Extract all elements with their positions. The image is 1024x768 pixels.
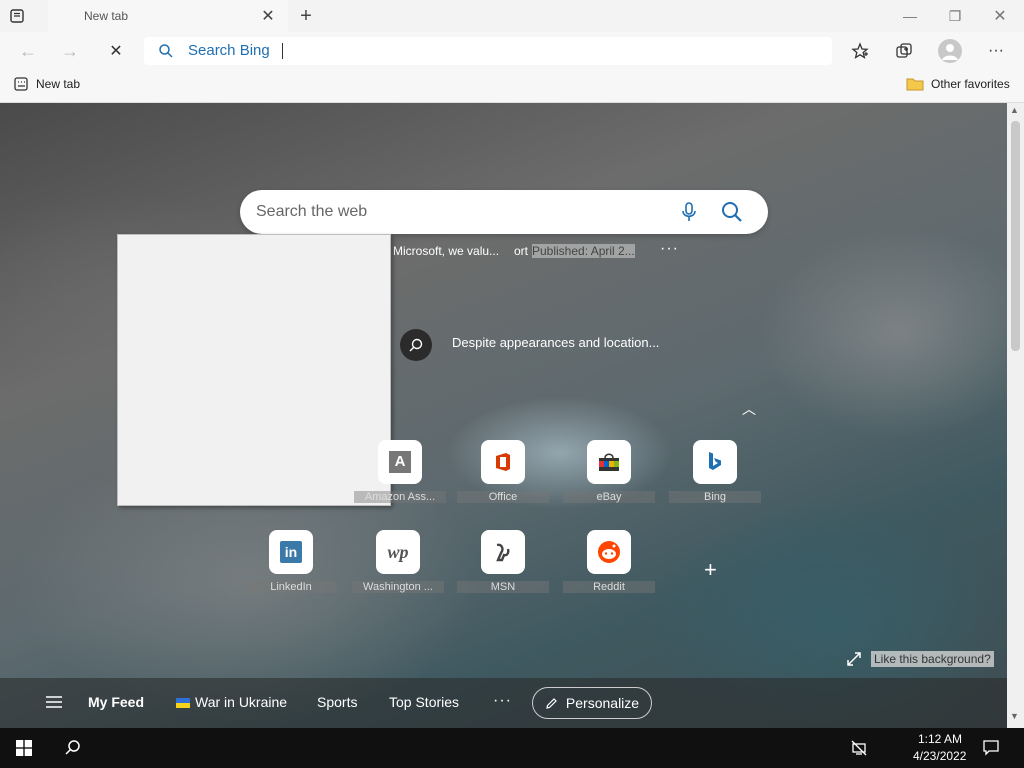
quick-link-label: Office [457,491,549,503]
folder-icon [906,78,924,91]
tab-actions-icon[interactable] [8,7,26,25]
office-icon [481,440,525,484]
search-icon [159,44,173,58]
favorite-new-tab-label: New tab [36,77,81,91]
stop-icon[interactable]: ✕ [106,41,126,61]
quick-link-washington-post[interactable]: wp Washington ... [352,530,444,593]
pencil-icon [546,697,557,709]
news-published-date: Published: April 2... [532,244,635,258]
amazon-assistant-icon: A [378,440,422,484]
quick-link-label: Bing [669,491,761,503]
quick-link-ebay[interactable]: eBay [563,440,655,503]
feed-more-icon[interactable]: ··· [493,692,512,710]
quick-link-reddit[interactable]: Reddit [563,530,655,593]
search-icon[interactable] [64,739,82,757]
expand-icon[interactable] [846,651,862,667]
ebay-icon [587,440,631,484]
add-site-button[interactable]: + [704,557,717,583]
quick-link-bing[interactable]: Bing [669,440,761,503]
collections-icon[interactable] [894,41,914,61]
like-background-link[interactable]: Like this background? [871,651,994,667]
scroll-thumb[interactable] [1011,121,1020,351]
back-arrow-icon[interactable]: ← [18,41,38,61]
web-search-box[interactable]: Search the web [240,190,768,234]
new-tab-button[interactable]: + [296,5,316,27]
ukraine-flag-icon [176,697,190,708]
notifications-icon[interactable] [983,740,999,756]
avatar[interactable] [938,39,962,63]
new-tab-page: Search the web Microsoft, we valu... ort… [0,103,1007,728]
linkedin-icon: in [269,530,313,574]
quick-link-label: Washington ... [352,581,444,593]
bing-icon [693,440,737,484]
quick-link-label: Reddit [563,581,655,593]
feed-tab-war-in-ukraine[interactable]: War in Ukraine [195,694,287,710]
text-caret [282,43,283,59]
tab-new-tab[interactable]: New tab ✕ [48,0,288,32]
search-icon [409,338,423,352]
address-bar[interactable]: Search Bing [144,37,832,65]
scroll-down-icon[interactable]: ▼ [1010,711,1019,721]
hamburger-menu-icon[interactable] [46,696,62,708]
search-icon[interactable] [720,200,744,224]
tab-title: New tab [84,9,129,23]
feed-tab-top-stories[interactable]: Top Stories [389,694,459,710]
favorite-new-tab[interactable]: New tab [14,77,80,91]
close-tab-icon[interactable]: ✕ [260,8,276,25]
clock-time[interactable]: 1:12 AM [918,732,962,746]
news-publisher: ort [514,244,529,258]
quick-link-label: Amazon Ass... [354,491,446,503]
feed-nav-bar: My Feed War in Ukraine Sports Top Storie… [0,678,1007,728]
network-disconnected-icon[interactable] [850,740,868,756]
web-search-input[interactable]: Search the web [256,203,367,221]
mic-icon[interactable] [678,201,700,223]
news-headline[interactable]: Microsoft, we valu... [393,244,499,258]
favorites-bar: New tab Other favorites [0,70,1024,103]
restore-icon[interactable]: ❐ [943,6,967,26]
blank-popup-panel [117,234,391,506]
other-favorites[interactable]: Other favorites [906,77,1010,91]
quick-link-msn[interactable]: MSN [457,530,549,593]
personalize-button[interactable]: Personalize [532,687,652,719]
personalize-label: Personalize [565,695,640,711]
chevron-up-icon[interactable]: ︿ [742,399,756,419]
image-caption[interactable]: Despite appearances and location... [452,335,659,350]
feed-tab-sports[interactable]: Sports [317,694,357,710]
more-icon[interactable]: ··· [986,41,1006,61]
reddit-icon [587,530,631,574]
scroll-up-icon[interactable]: ▲ [1010,105,1019,115]
address-toolbar: ← → ✕ Search Bing ··· [0,32,1024,70]
new-tab-page-icon [14,77,28,91]
forward-arrow-icon[interactable]: → [60,41,80,61]
msn-icon [481,530,525,574]
news-more-icon[interactable]: ··· [660,240,679,258]
minimize-icon[interactable]: — [898,6,922,26]
tab-strip: New tab ✕ + — ❐ ✕ [0,0,1024,32]
quick-link-linkedin[interactable]: in LinkedIn [245,530,337,593]
visual-search-button[interactable] [400,329,432,361]
quick-link-label: eBay [563,491,655,503]
address-input[interactable]: Search Bing [188,42,270,59]
close-window-icon[interactable]: ✕ [988,6,1012,26]
quick-link-office[interactable]: Office [457,440,549,503]
page-scrollbar[interactable]: ▲ ▼ [1007,103,1024,728]
quick-link-label: LinkedIn [245,581,337,593]
quick-link-amazon-assistant[interactable]: A Amazon Ass... [354,440,446,503]
taskbar: 1:12 AM 4/23/2022 [0,728,1024,768]
feed-tab-my-feed[interactable]: My Feed [88,694,144,710]
star-icon[interactable] [850,41,870,61]
quick-link-label: MSN [457,581,549,593]
other-favorites-label: Other favorites [931,77,1010,91]
clock-date[interactable]: 4/23/2022 [913,749,966,763]
windows-start-icon[interactable] [16,740,32,756]
washington-post-icon: wp [376,530,420,574]
